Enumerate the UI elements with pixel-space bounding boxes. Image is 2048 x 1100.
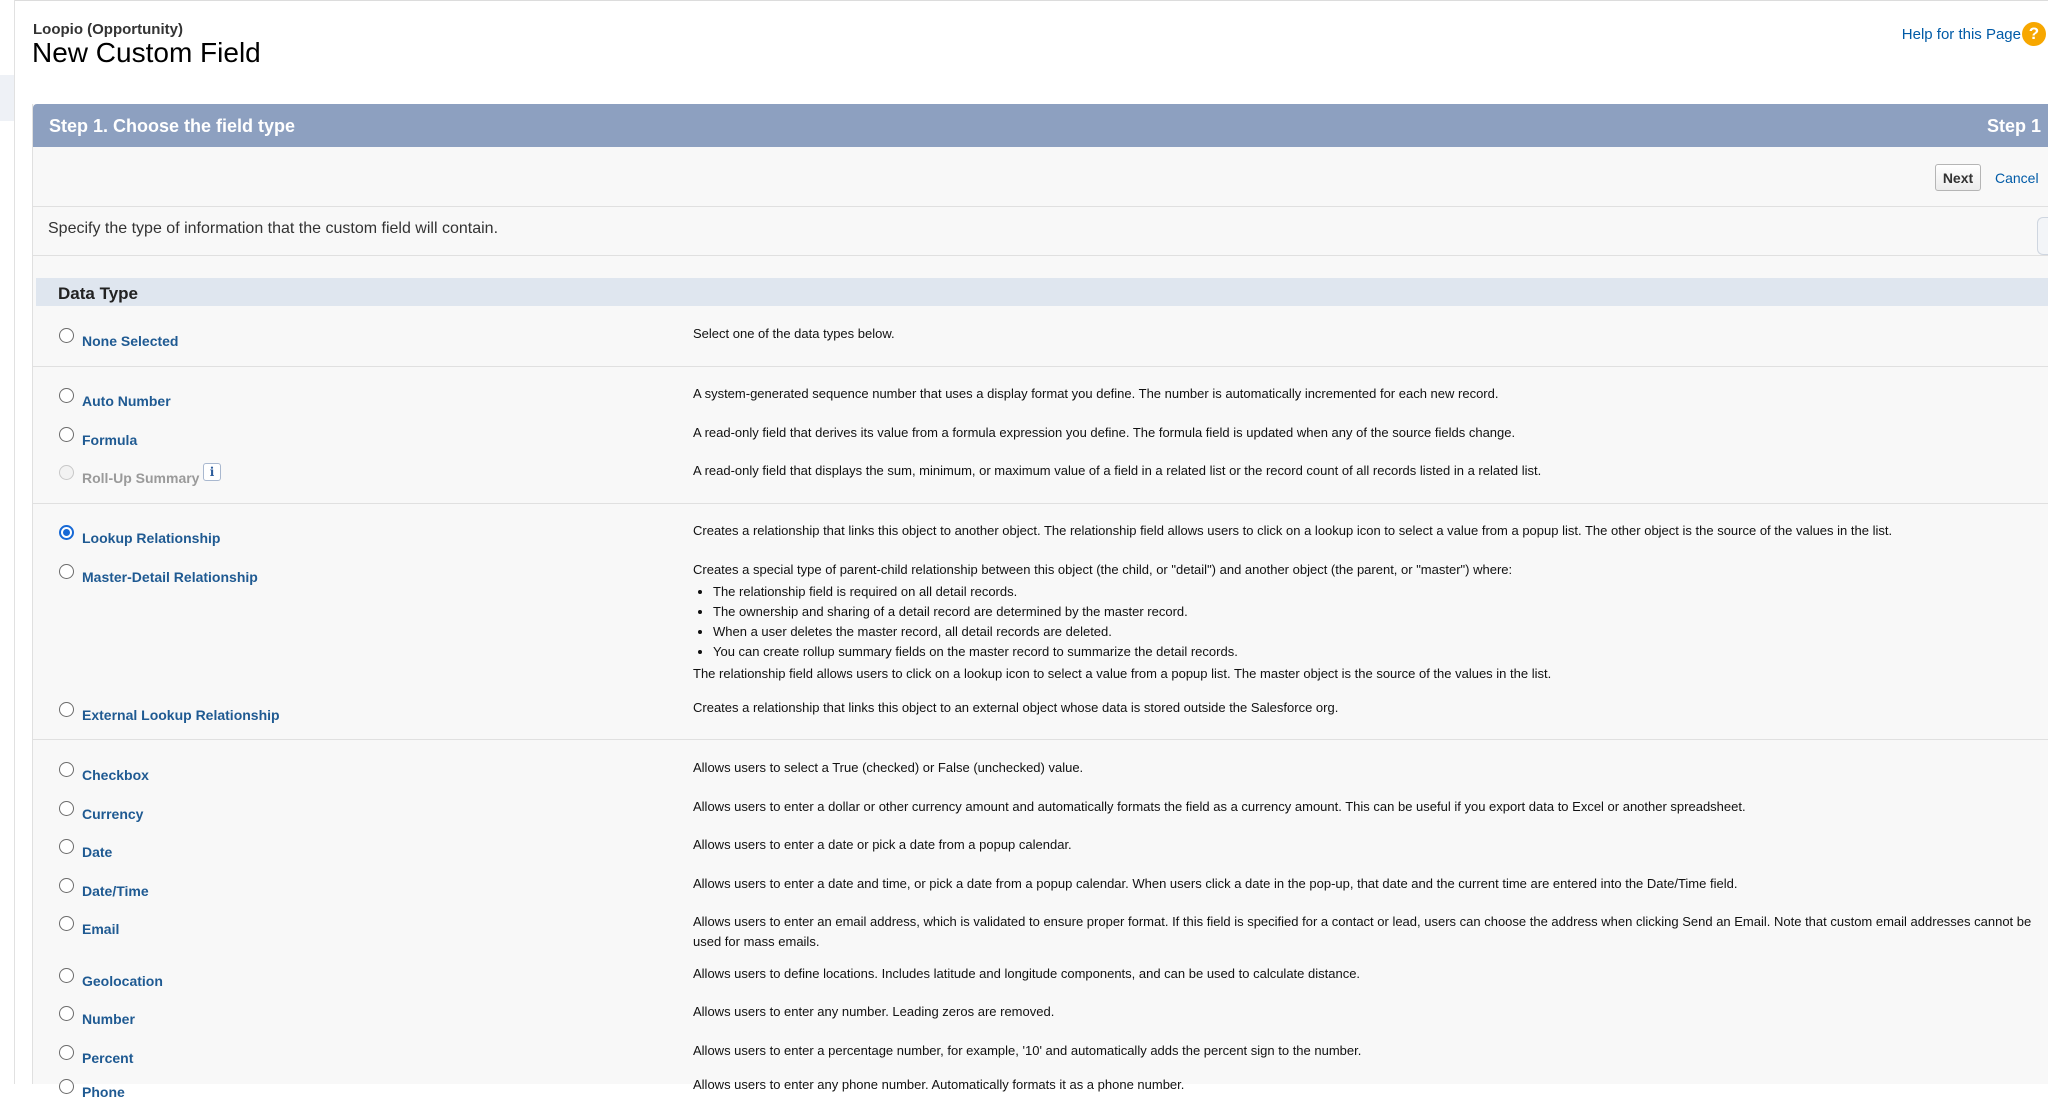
- left-rail-marker: [0, 75, 14, 121]
- radio-percent[interactable]: [59, 1045, 74, 1060]
- cancel-link[interactable]: Cancel: [1995, 170, 2039, 186]
- desc-external-lookup-relationship: Creates a relationship that links this o…: [693, 700, 1339, 715]
- radio-email[interactable]: [59, 916, 74, 931]
- desc-percent: Allows users to enter a percentage numbe…: [693, 1043, 1362, 1058]
- left-sidebar-rail: [0, 0, 15, 1084]
- radio-date[interactable]: [59, 839, 74, 854]
- radio-formula[interactable]: [59, 427, 74, 442]
- desc-email: Allows users to enter an email address, …: [693, 914, 2032, 949]
- group-divider: [33, 503, 2048, 504]
- radio-currency[interactable]: [59, 801, 74, 816]
- label-date-time[interactable]: Date/Time: [82, 883, 149, 899]
- help-question-icon[interactable]: ?: [2022, 22, 2046, 46]
- desc-currency: Allows users to enter a dollar or other …: [693, 799, 1746, 814]
- help-for-page-link[interactable]: Help for this Page: [1902, 26, 2021, 43]
- radio-external-lookup-relationship[interactable]: [59, 702, 74, 717]
- group-divider: [33, 739, 2048, 740]
- desc-formula: A read-only field that derives its value…: [693, 425, 1516, 440]
- label-currency[interactable]: Currency: [82, 806, 143, 822]
- section-title: Data Type: [58, 284, 138, 303]
- label-master-detail-relationship[interactable]: Master-Detail Relationship: [82, 569, 258, 585]
- list-item: The relationship field is required on al…: [713, 582, 2038, 602]
- label-number[interactable]: Number: [82, 1011, 135, 1027]
- group-divider: [33, 366, 2048, 367]
- desc-lookup-relationship: Creates a relationship that links this o…: [693, 523, 1893, 538]
- desc-master-detail-intro: Creates a special type of parent-child r…: [693, 562, 1513, 577]
- data-type-section-header: Data Type: [36, 278, 2048, 306]
- desc-number: Allows users to enter any number. Leadin…: [693, 1004, 1055, 1019]
- radio-phone[interactable]: [59, 1079, 74, 1094]
- radio-number[interactable]: [59, 1006, 74, 1021]
- wizard-panel: Step 1. Choose the field type Step 1 Nex…: [32, 104, 2048, 1100]
- desc-checkbox: Allows users to select a True (checked) …: [693, 760, 1084, 775]
- label-phone[interactable]: Phone: [82, 1084, 125, 1100]
- label-lookup-relationship[interactable]: Lookup Relationship: [82, 530, 220, 546]
- desc-master-detail-relationship: Creates a special type of parent-child r…: [693, 560, 2038, 684]
- list-item: When a user deletes the master record, a…: [713, 622, 2038, 642]
- desc-date-time: Allows users to enter a date and time, o…: [693, 876, 1738, 891]
- label-none-selected[interactable]: None Selected: [82, 333, 178, 349]
- page-title: New Custom Field: [32, 37, 261, 68]
- intro-text: Specify the type of information that the…: [48, 220, 499, 237]
- desc-date: Allows users to enter a date or pick a d…: [693, 837, 1072, 852]
- object-name: Loopio (Opportunity): [33, 21, 183, 38]
- step-header: Step 1. Choose the field type Step 1: [33, 104, 2048, 147]
- radio-lookup-relationship[interactable]: [59, 525, 74, 540]
- label-date[interactable]: Date: [82, 844, 112, 860]
- label-email[interactable]: Email: [82, 921, 119, 937]
- label-checkbox[interactable]: Checkbox: [82, 767, 149, 783]
- desc-auto-number: A system-generated sequence number that …: [693, 386, 1499, 401]
- radio-date-time[interactable]: [59, 878, 74, 893]
- radio-geolocation[interactable]: [59, 968, 74, 983]
- step-title: Step 1. Choose the field type: [49, 116, 296, 136]
- list-item: The ownership and sharing of a detail re…: [713, 602, 2038, 622]
- radio-none-selected[interactable]: [59, 328, 74, 343]
- desc-master-detail-after: The relationship field allows users to c…: [693, 666, 1552, 681]
- intro-row: Specify the type of information that the…: [33, 206, 2048, 256]
- button-bar: Next Cancel: [33, 147, 2048, 255]
- desc-none-selected: Select one of the data types below.: [693, 326, 895, 341]
- radio-master-detail-relationship[interactable]: [59, 564, 74, 579]
- desc-geolocation: Allows users to define locations. Includ…: [693, 966, 1361, 981]
- radio-roll-up-summary: [59, 465, 74, 480]
- top-border: [0, 0, 2048, 1]
- desc-phone: Allows users to enter any phone number. …: [693, 1077, 1185, 1092]
- radio-auto-number[interactable]: [59, 388, 74, 403]
- desc-roll-up-summary: A read-only field that displays the sum,…: [693, 463, 1542, 478]
- list-item: You can create rollup summary fields on …: [713, 642, 2038, 662]
- step-number: Step 1: [1986, 116, 2041, 136]
- label-geolocation[interactable]: Geolocation: [82, 973, 163, 989]
- info-icon[interactable]: i: [203, 463, 221, 481]
- label-external-lookup-relationship[interactable]: External Lookup Relationship: [82, 707, 280, 723]
- label-percent[interactable]: Percent: [82, 1050, 133, 1066]
- next-button[interactable]: Next: [1935, 164, 1981, 191]
- radio-checkbox[interactable]: [59, 762, 74, 777]
- label-roll-up-summary: Roll-Up Summary: [82, 470, 200, 486]
- master-detail-bullets: The relationship field is required on al…: [693, 582, 2038, 662]
- label-auto-number[interactable]: Auto Number: [82, 393, 171, 409]
- label-formula[interactable]: Formula: [82, 432, 137, 448]
